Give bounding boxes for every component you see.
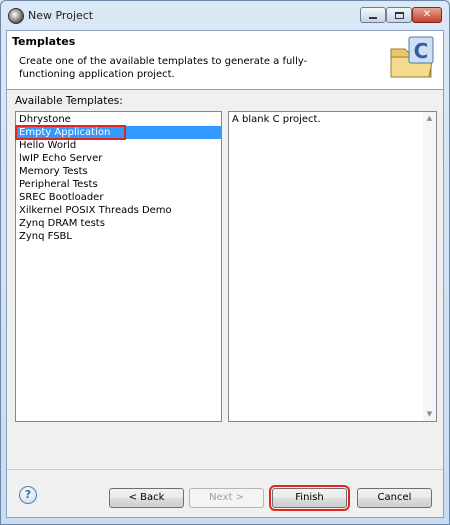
close-button[interactable]: ✕ bbox=[412, 7, 442, 23]
dialog-header: Templates Create one of the available te… bbox=[7, 31, 443, 90]
eclipse-app-icon bbox=[8, 8, 24, 24]
close-icon: ✕ bbox=[422, 9, 432, 20]
minimize-icon bbox=[369, 16, 377, 19]
title-bar[interactable]: New Project ✕ bbox=[1, 1, 449, 31]
template-description-panel: A blank C project. ▲ ▼ bbox=[228, 111, 437, 422]
page-title: Templates bbox=[12, 35, 76, 48]
scroll-down-icon[interactable]: ▼ bbox=[423, 408, 436, 421]
description-scrollbar[interactable]: ▲ ▼ bbox=[423, 112, 436, 421]
template-description-text: A blank C project. bbox=[232, 114, 321, 125]
available-templates-label: Available Templates: bbox=[15, 95, 123, 107]
footer-divider bbox=[7, 469, 443, 470]
list-item-selected[interactable]: Empty Application bbox=[15, 125, 126, 140]
list-item[interactable]: SREC Bootloader bbox=[16, 191, 221, 204]
window-title: New Project bbox=[28, 9, 94, 22]
svg-text:C: C bbox=[414, 39, 429, 63]
list-item[interactable]: lwIP Echo Server bbox=[16, 152, 221, 165]
list-item[interactable]: Hello World bbox=[16, 139, 221, 152]
page-description: Create one of the available templates to… bbox=[19, 56, 308, 80]
list-item[interactable]: Dhrystone bbox=[16, 113, 221, 126]
new-project-window: New Project ✕ Templates Create one of th… bbox=[0, 0, 450, 525]
list-item[interactable]: Peripheral Tests bbox=[16, 178, 221, 191]
back-button[interactable]: < Back bbox=[109, 488, 184, 508]
list-item[interactable]: Zynq DRAM tests bbox=[16, 217, 221, 230]
cancel-button[interactable]: Cancel bbox=[357, 488, 432, 508]
finish-button[interactable]: Finish bbox=[269, 485, 350, 511]
dialog-content: Templates Create one of the available te… bbox=[6, 30, 444, 518]
scroll-up-icon[interactable]: ▲ bbox=[423, 112, 436, 125]
c-project-folder-icon: C bbox=[390, 36, 434, 78]
help-button[interactable]: ? bbox=[19, 486, 37, 504]
selected-row[interactable]: Empty Application bbox=[15, 125, 221, 140]
list-item[interactable]: Xilkernel POSIX Threads Demo bbox=[16, 204, 221, 217]
maximize-icon bbox=[394, 11, 404, 19]
list-item[interactable]: Zynq FSBL bbox=[16, 230, 221, 243]
next-button[interactable]: Next > bbox=[189, 488, 264, 508]
maximize-button[interactable] bbox=[386, 7, 412, 23]
minimize-button[interactable] bbox=[360, 7, 386, 23]
list-item[interactable]: Memory Tests bbox=[16, 165, 221, 178]
template-list[interactable]: Dhrystone Empty Application Hello World … bbox=[15, 111, 222, 422]
